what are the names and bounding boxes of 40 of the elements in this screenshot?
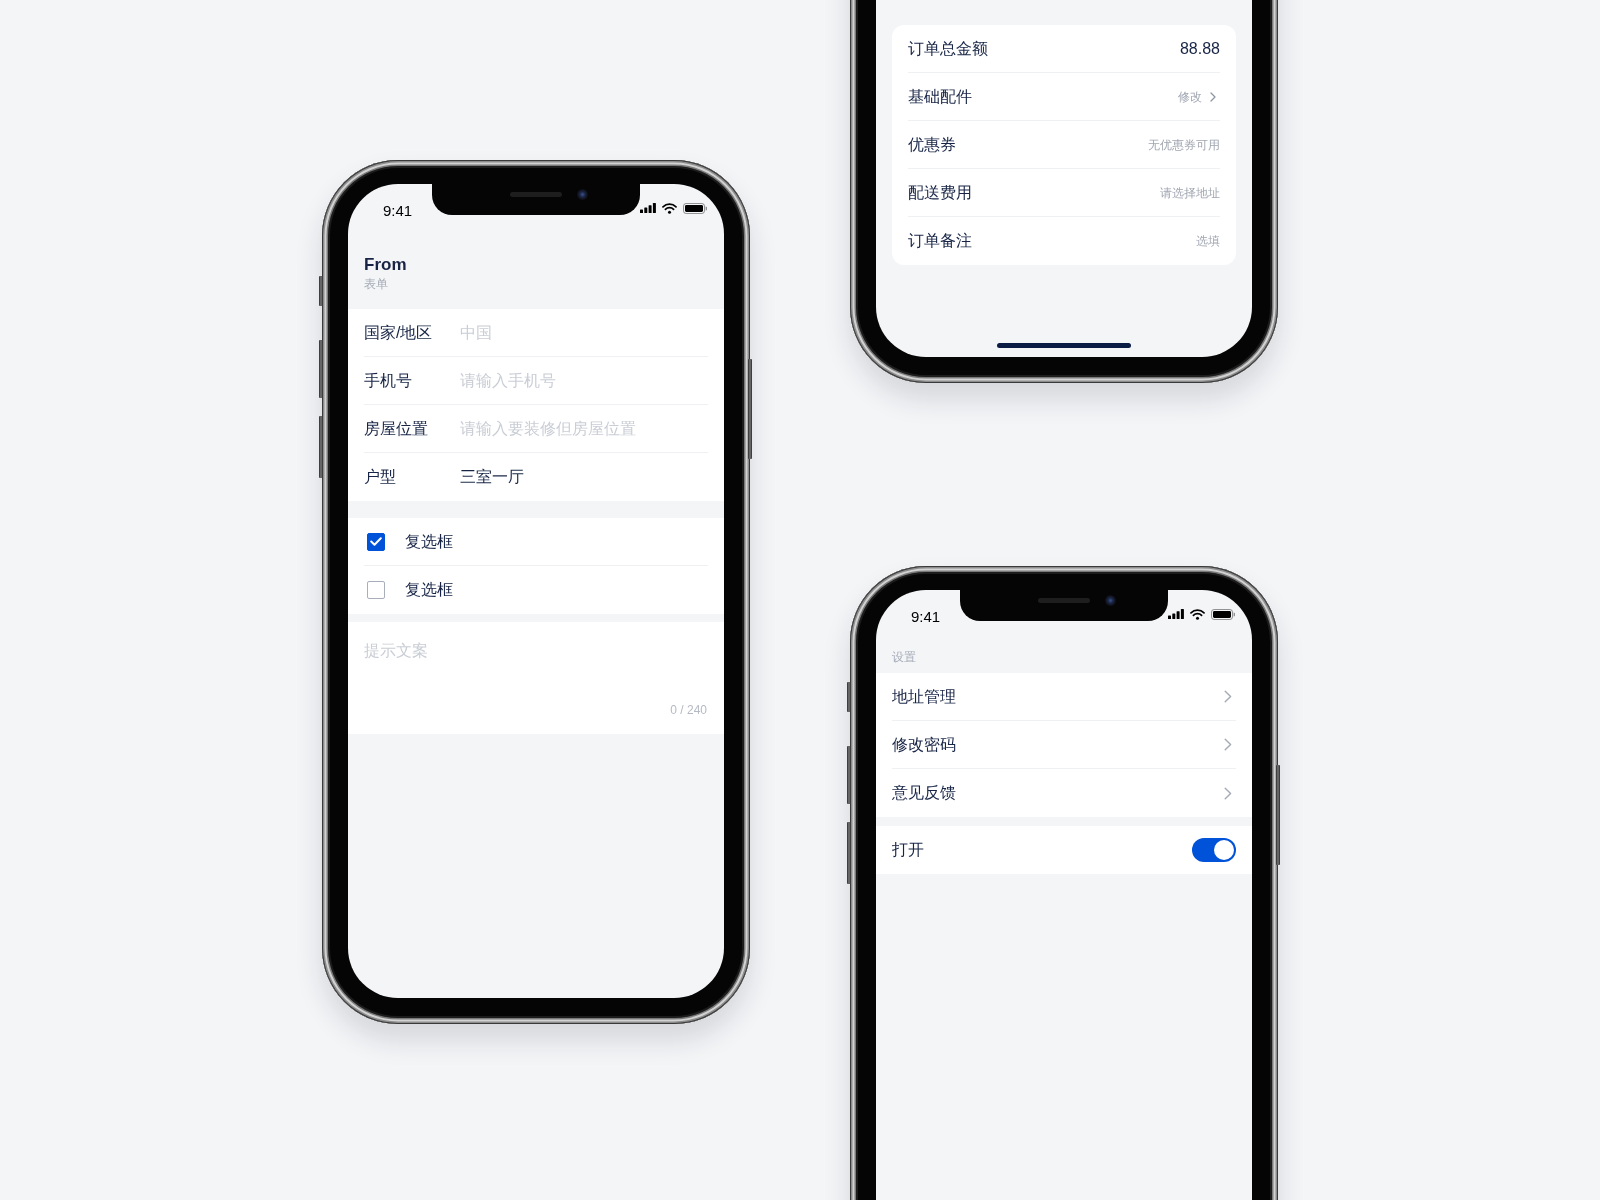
page-title: From: [364, 254, 407, 276]
check-icon: [370, 537, 382, 546]
checkbox[interactable]: [367, 581, 385, 599]
checkbox[interactable]: [367, 532, 385, 551]
row-label: 优惠券: [908, 134, 956, 155]
settings-item[interactable]: 修改密码: [892, 721, 1236, 769]
toggle-switch[interactable]: [1192, 838, 1236, 862]
wifi-icon: [662, 202, 677, 214]
field-label: 手机号: [364, 370, 412, 391]
row-label: 订单总金额: [908, 38, 988, 59]
checkbox-label: 复选框: [405, 580, 453, 600]
field-label: 户型: [364, 467, 396, 487]
hint-text: 选填: [1196, 233, 1220, 249]
char-counter: 0 / 240: [670, 702, 707, 718]
section-title: 设置: [892, 649, 916, 665]
amount-value: 88.88: [1179, 38, 1220, 59]
wifi-icon: [1190, 608, 1205, 620]
checkbox-label: 复选框: [405, 531, 453, 552]
toggle-label: 打开: [892, 840, 924, 860]
status-time: 9:41: [911, 607, 941, 626]
settings-item[interactable]: 地址管理: [892, 673, 1236, 721]
signal-icon: [640, 203, 656, 213]
chevron-right-icon: [1224, 738, 1232, 751]
text-input[interactable]: 三室一厅: [460, 465, 708, 489]
status-time: 9:41: [383, 201, 413, 220]
chevron-right-icon: [1210, 91, 1216, 102]
hint-text: 无优惠券可用: [1148, 136, 1220, 153]
chevron-right-icon: [1224, 690, 1232, 703]
hint-text: 请选择地址: [1160, 184, 1220, 201]
field-label: 房屋位置: [364, 418, 428, 439]
chevron-right-icon: [1224, 786, 1232, 800]
row-label: 订单备注: [908, 231, 972, 251]
page-subtitle: 表单: [364, 276, 388, 292]
row-label: 基础配件: [908, 86, 972, 107]
row-label: 配送费用: [908, 182, 972, 203]
signal-icon: [1168, 609, 1184, 619]
settings-item[interactable]: 意见反馈: [892, 769, 1236, 817]
field-label: 国家/地区: [364, 322, 433, 343]
battery-icon: [1211, 608, 1235, 620]
battery-icon: [683, 202, 707, 214]
